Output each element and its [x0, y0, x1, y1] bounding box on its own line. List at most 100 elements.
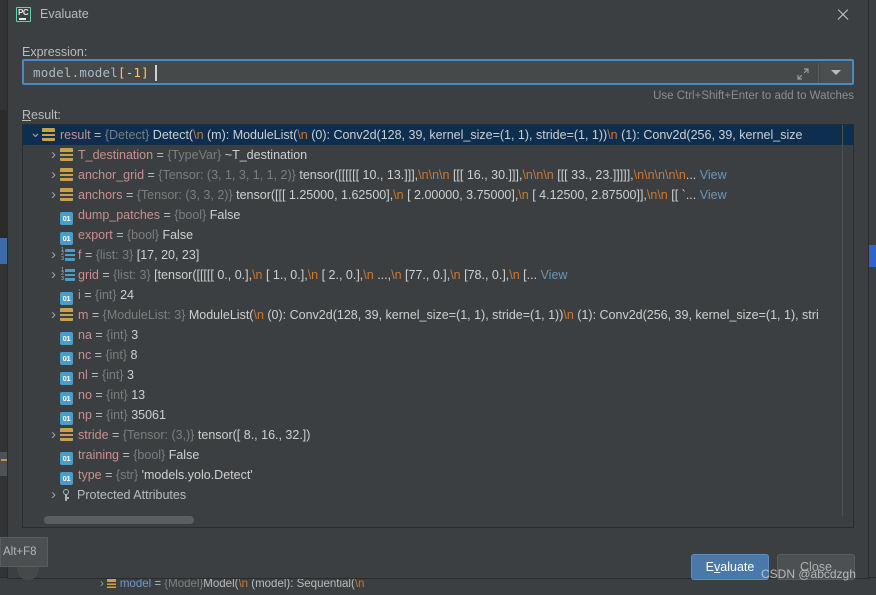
- value-text: 35061: [131, 408, 166, 422]
- escape-seq: \n: [363, 268, 374, 282]
- value-text: [[ `...: [667, 188, 697, 202]
- expression-label: Expression:: [22, 45, 88, 59]
- tree-row[interactable]: 01 type = {str} 'models.yolo.Detect': [23, 465, 853, 485]
- variable-type: {int}: [95, 288, 117, 302]
- evaluate-button[interactable]: Evaluate: [691, 554, 769, 580]
- primitive-icon: 01: [60, 412, 73, 425]
- bg-var-escape-b: \n: [354, 578, 365, 590]
- tree-row[interactable]: T_destination = {TypeVar} ~T_destination: [23, 145, 853, 165]
- chevron-right-icon[interactable]: [47, 265, 60, 285]
- tree-row[interactable]: 01 i = {int} 24: [23, 285, 853, 305]
- value-text: [[[ 33., 23.]]]]],: [553, 168, 634, 182]
- escape-seq: \n: [522, 168, 533, 182]
- chevron-right-icon[interactable]: [47, 305, 60, 325]
- tree-row[interactable]: 01 nc = {int} 8: [23, 345, 853, 365]
- key-icon: [60, 488, 71, 501]
- evaluate-button-rest: aluate: [720, 560, 755, 574]
- value-text: False: [162, 228, 194, 242]
- result-tree-panel[interactable]: result = {Detect} Detect(\n (m): ModuleL…: [22, 124, 854, 528]
- variable-name: np: [78, 408, 92, 422]
- value-text: (1): Conv2d(256, 39, kernel_size=(1, 1),…: [573, 308, 819, 322]
- variable-type: {str}: [115, 468, 139, 482]
- variable-name: anchors: [78, 188, 123, 202]
- primitive-icon: 01: [60, 352, 73, 365]
- variable-type: {int}: [101, 368, 124, 382]
- tree-row[interactable]: 01 np = {int} 35061: [23, 405, 853, 425]
- variable-name: na: [78, 328, 92, 342]
- variable-name: training: [78, 448, 119, 462]
- chevron-down-icon[interactable]: [29, 125, 42, 145]
- value-text: False: [209, 208, 241, 222]
- tree-row[interactable]: anchor_grid = {Tensor: (3, 1, 3, 1, 1, 2…: [23, 165, 853, 185]
- tree-row[interactable]: 01 na = {int} 3: [23, 325, 853, 345]
- expand-icon[interactable]: [794, 65, 812, 83]
- close-icon[interactable]: [834, 6, 852, 24]
- escape-seq: \n: [654, 168, 665, 182]
- expression-history-dropdown[interactable]: [821, 62, 851, 83]
- bg-var-value-a: Model(: [203, 578, 239, 590]
- value-text: [77., 0.],: [401, 268, 451, 282]
- tree-row[interactable]: m = {ModuleList: 3} ModuleList(\n (0): C…: [23, 305, 853, 325]
- value-text: [tensor([[[[[ 0., 0.],: [154, 268, 253, 282]
- object-icon: [42, 128, 55, 141]
- escape-seq: \n: [450, 268, 461, 282]
- evaluate-dialog: PC Evaluate Expression: model.model[-1] …: [8, 0, 868, 580]
- view-link[interactable]: View: [537, 268, 568, 282]
- value-text: ...: [685, 168, 697, 182]
- tree-row[interactable]: Protected Attributes: [23, 485, 853, 505]
- variable-name: type: [78, 468, 102, 482]
- chevron-right-icon[interactable]: [47, 165, 60, 185]
- value-text: 13: [131, 388, 146, 402]
- tree-horizontal-scrollbar[interactable]: [24, 516, 853, 526]
- chevron-right-icon[interactable]: [47, 145, 60, 165]
- chevron-right-icon[interactable]: [47, 425, 60, 445]
- view-link[interactable]: View: [696, 188, 727, 202]
- tree-row[interactable]: result = {Detect} Detect(\n (m): ModuleL…: [23, 125, 853, 145]
- shortcut-tooltip: Alt+F8: [0, 537, 48, 567]
- expression-value-bracket: [-1]: [117, 65, 149, 80]
- tree-row[interactable]: 01 no = {int} 13: [23, 385, 853, 405]
- variable-type: {TypeVar}: [167, 148, 222, 162]
- tree-row[interactable]: anchors = {Tensor: (3, 3, 2)} tensor([[[…: [23, 185, 853, 205]
- list-icon: 123: [60, 268, 75, 281]
- variable-name: nl: [78, 368, 88, 382]
- tree-row[interactable]: 01 training = {bool} False: [23, 445, 853, 465]
- value-text: (0): Conv2d(128, 39, kernel_size=(1, 1),…: [263, 308, 564, 322]
- value-text: [78., 0.],: [460, 268, 510, 282]
- expression-value-prefix: model.model: [33, 65, 118, 80]
- chevron-right-icon[interactable]: [47, 245, 60, 265]
- tree-row[interactable]: stride = {Tensor: (3,)} tensor([ 8., 16.…: [23, 425, 853, 445]
- primitive-icon: 01: [60, 372, 73, 385]
- chevron-right-icon[interactable]: [47, 185, 60, 205]
- variable-type: {list: 3}: [113, 268, 151, 282]
- escape-seq: \n: [252, 268, 263, 282]
- tree-row[interactable]: 01 nl = {int} 3: [23, 365, 853, 385]
- variable-name: T_destination: [78, 148, 154, 162]
- variable-name: nc: [78, 348, 92, 362]
- chevron-right-icon[interactable]: [47, 485, 60, 505]
- primitive-icon: 01: [60, 472, 73, 485]
- escape-seq: \n: [393, 188, 404, 202]
- value-text: [...: [519, 268, 538, 282]
- primitive-icon: 01: [60, 292, 73, 305]
- escape-seq: \n: [607, 128, 618, 142]
- value-text: ~T_destination: [224, 148, 308, 162]
- tree-row-label: Protected Attributes: [77, 488, 187, 502]
- bg-left-blue-marker: [0, 238, 8, 264]
- value-text: (m): ModuleList(: [203, 128, 298, 142]
- tree-row[interactable]: 123grid = {list: 3} [tensor([[[[[ 0., 0.…: [23, 265, 853, 285]
- tree-row[interactable]: 01 dump_patches = {bool} False: [23, 205, 853, 225]
- result-label-mnemonic: R: [22, 108, 32, 122]
- view-link[interactable]: View: [696, 168, 727, 182]
- scrollbar-thumb[interactable]: [44, 516, 194, 524]
- tree-row[interactable]: 123f = {list: 3} [17, 20, 23]: [23, 245, 853, 265]
- value-text: ...,: [373, 268, 392, 282]
- object-icon: [60, 428, 73, 441]
- variable-name: stride: [78, 428, 109, 442]
- expression-input[interactable]: model.model[-1]: [22, 59, 854, 85]
- value-text: [ 2., 0.],: [318, 268, 364, 282]
- tree-row[interactable]: 01 export = {bool} False: [23, 225, 853, 245]
- value-text: Detect(: [152, 128, 194, 142]
- value-text: tensor([ 8., 16., 32.]): [197, 428, 311, 442]
- escape-seq: \n: [439, 168, 450, 182]
